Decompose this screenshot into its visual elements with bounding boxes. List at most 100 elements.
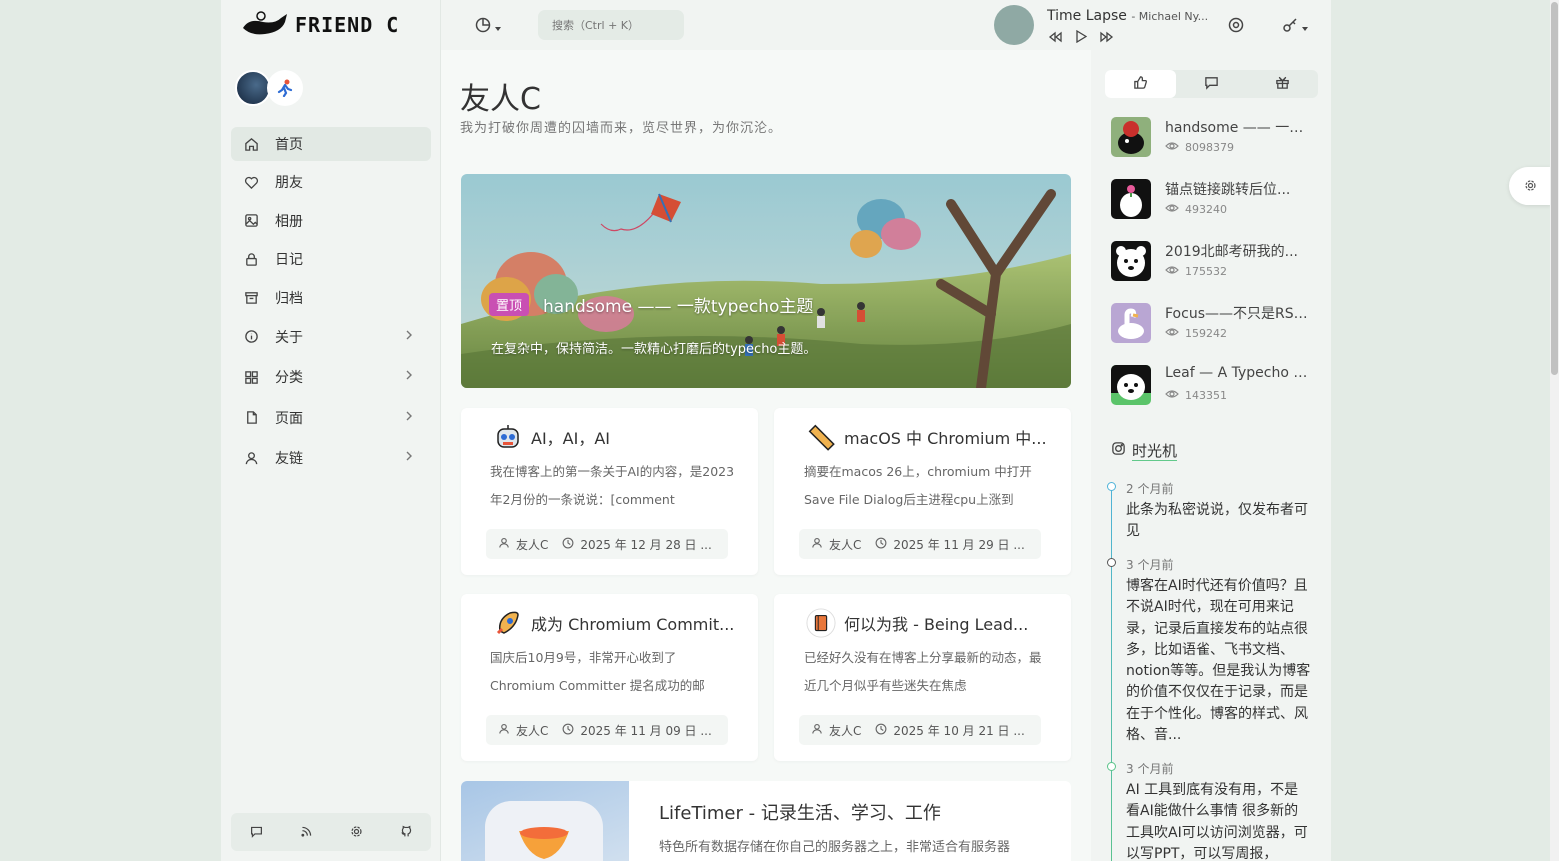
- scrollbar-thumb[interactable]: [1551, 2, 1558, 375]
- pinned-badge: 置顶: [489, 293, 530, 316]
- user-icon: [811, 723, 823, 738]
- target-button[interactable]: [1228, 17, 1244, 37]
- view-count: 159242: [1185, 327, 1227, 340]
- nav-item-label: 归档: [275, 290, 303, 307]
- caret-down-icon: [1301, 18, 1309, 37]
- timeline-time: 2 个月前: [1126, 482, 1174, 496]
- comment-icon[interactable]: [250, 823, 263, 842]
- chevron-right-icon: [403, 410, 415, 426]
- nav-item-category[interactable]: 分类: [231, 359, 431, 395]
- post-card[interactable]: AI，AI，AI 我在博客上的第一条关于AI的内容，是2023年2月份的一条说说…: [461, 408, 758, 575]
- timeline-title[interactable]: 时光机: [1132, 440, 1177, 461]
- nav-item-archive[interactable]: 归档: [231, 281, 431, 315]
- hot-post-item[interactable]: 2019北邮考研我的... 175532: [1111, 241, 1316, 283]
- hot-post-item[interactable]: 锚点链接跳转后位... 493240: [1111, 179, 1316, 221]
- post-title[interactable]: 何以为我 - Being Lead...: [844, 611, 1028, 635]
- nav-item-about[interactable]: 关于: [231, 319, 431, 355]
- site-logo[interactable]: FRIEND C: [241, 8, 399, 42]
- gear-icon: [1524, 177, 1537, 196]
- rewind-icon[interactable]: [1047, 28, 1063, 47]
- clock-icon: [875, 537, 887, 552]
- login-button[interactable]: [1282, 17, 1309, 37]
- view-count: 143351: [1185, 389, 1227, 402]
- post-card[interactable]: macOS 中 Chromium 中... 摘要在macos 26上，chrom…: [774, 408, 1071, 575]
- post-excerpt: 摘要在macos 26上，chromium 中打开Save File Dialo…: [804, 464, 1032, 507]
- nav-item-label: 首页: [275, 137, 303, 153]
- nav-item-home[interactable]: 首页: [231, 127, 431, 161]
- nav-item-links[interactable]: 友链: [231, 440, 431, 476]
- song-title: Time Lapse: [1047, 8, 1127, 24]
- hero-subtitle: 在复杂中，保持简洁。一款精心打磨后的typecho主题。: [491, 342, 817, 357]
- hot-post-title[interactable]: Leaf — A Typecho Th...: [1165, 365, 1310, 381]
- view-count: 493240: [1185, 203, 1227, 216]
- post-card-wide[interactable]: LifeTimer - 记录生活、学习、工作 特色所有数据存储在你自己的服务器之…: [461, 781, 1071, 861]
- eye-icon: [1165, 389, 1179, 402]
- heart-icon: [243, 174, 259, 190]
- rss-icon[interactable]: [300, 823, 313, 842]
- nav-item-label: 朋友: [275, 175, 303, 192]
- post-card-head: 成为 Chromium Commit...: [493, 608, 743, 638]
- tab-hot[interactable]: [1105, 70, 1176, 98]
- hot-post-title[interactable]: handsome —— 一款t...: [1165, 117, 1310, 137]
- post-author: 友人C: [516, 723, 549, 738]
- post-card[interactable]: 成为 Chromium Commit... 国庆后10月9号，非常开心收到了Ch…: [461, 594, 758, 761]
- clock-icon: [875, 723, 887, 738]
- hot-post-title[interactable]: 锚点链接跳转后位...: [1165, 179, 1310, 199]
- site-title: 友人C: [460, 82, 541, 117]
- avatar[interactable]: [235, 70, 271, 106]
- chevron-right-icon: [403, 329, 415, 345]
- sidebar-footer: [231, 813, 431, 851]
- github-icon[interactable]: [400, 823, 413, 842]
- post-title[interactable]: AI，AI，AI: [531, 425, 610, 449]
- nav-item-label: 友链: [275, 451, 303, 468]
- settings-icon[interactable]: [350, 823, 363, 842]
- key-icon: [1282, 17, 1298, 37]
- post-date: 2025 年 11 月 09 日 ...: [580, 723, 712, 738]
- floating-settings-button[interactable]: [1509, 167, 1551, 205]
- main-content: 友人C 我为打破你周遭的囚墙而来，览尽世界，为你沉沦。 置顶 handsome …: [441, 50, 1091, 861]
- timeline-time: 3 个月前: [1126, 558, 1174, 572]
- post-date: 2025 年 12 月 28 日 ...: [580, 537, 712, 552]
- post-title[interactable]: macOS 中 Chromium 中...: [844, 425, 1047, 449]
- nav-item-friends[interactable]: 朋友: [231, 165, 431, 199]
- nav-item-label: 页面: [275, 410, 303, 427]
- left-sidebar: FRIEND C 首页 朋友 相册 日记 归档 关于 分类 页面 友链: [221, 0, 441, 861]
- right-sidebar: handsome —— 一款t... 8098379 锚点链接跳转后位... 4…: [1091, 50, 1331, 861]
- hot-post-title[interactable]: Focus——不只是RSS...: [1165, 303, 1310, 323]
- hot-post-item[interactable]: handsome —— 一款t... 8098379: [1111, 117, 1316, 159]
- hot-post-item[interactable]: Focus——不只是RSS... 159242: [1111, 303, 1316, 345]
- music-cover[interactable]: [994, 5, 1034, 45]
- archive-icon: [243, 290, 259, 306]
- info-icon: [243, 329, 259, 345]
- view-count: 175532: [1185, 265, 1227, 278]
- post-card-head: AI，AI，AI: [493, 422, 743, 452]
- hero-title[interactable]: handsome —— 一款typecho主题: [543, 292, 813, 317]
- music-controls: [1047, 28, 1115, 47]
- tab-comments[interactable]: [1176, 70, 1247, 98]
- theme-toggle-button[interactable]: [475, 17, 502, 37]
- tab-random[interactable]: [1247, 70, 1318, 98]
- hot-post-item[interactable]: Leaf — A Typecho Th... 143351: [1111, 365, 1316, 407]
- post-card[interactable]: 何以为我 - Being Lead... 已经好久没有在博客上分享最新的动态，最…: [774, 594, 1071, 761]
- target-icon: [1228, 17, 1244, 37]
- post-title[interactable]: LifeTimer - 记录生活、学习、工作: [659, 799, 941, 825]
- image-icon: [243, 213, 259, 229]
- nav-item-pages[interactable]: 页面: [231, 400, 431, 436]
- hot-post-title[interactable]: 2019北邮考研我的...: [1165, 241, 1310, 261]
- timeline-item: 3 个月前 博客在AI时代还有价值吗？且不说AI时代，现在可用来记录，记录后直接…: [1107, 556, 1311, 746]
- nav-item-album[interactable]: 相册: [231, 204, 431, 238]
- post-title[interactable]: 成为 Chromium Commit...: [531, 611, 734, 635]
- eye-icon: [1165, 203, 1179, 216]
- fast-forward-icon[interactable]: [1099, 28, 1115, 47]
- timeline-line: [1111, 486, 1112, 861]
- timeline-item: 2 个月前 此条为私密说说，仅发布者可见: [1107, 480, 1311, 543]
- search-input[interactable]: [538, 10, 684, 40]
- nav-item-diary[interactable]: 日记: [231, 242, 431, 276]
- post-excerpt: 国庆后10月9号，非常开心收到了Chromium Committer 提名成功的…: [490, 650, 705, 693]
- nav-item-label: 日记: [275, 252, 303, 269]
- user-icon: [498, 723, 510, 738]
- comment-icon: [1204, 75, 1219, 94]
- featured-post[interactable]: 置顶 handsome —— 一款typecho主题 在复杂中，保持简洁。一款精…: [461, 174, 1071, 388]
- grid-icon: [243, 369, 259, 385]
- play-icon[interactable]: [1075, 28, 1088, 47]
